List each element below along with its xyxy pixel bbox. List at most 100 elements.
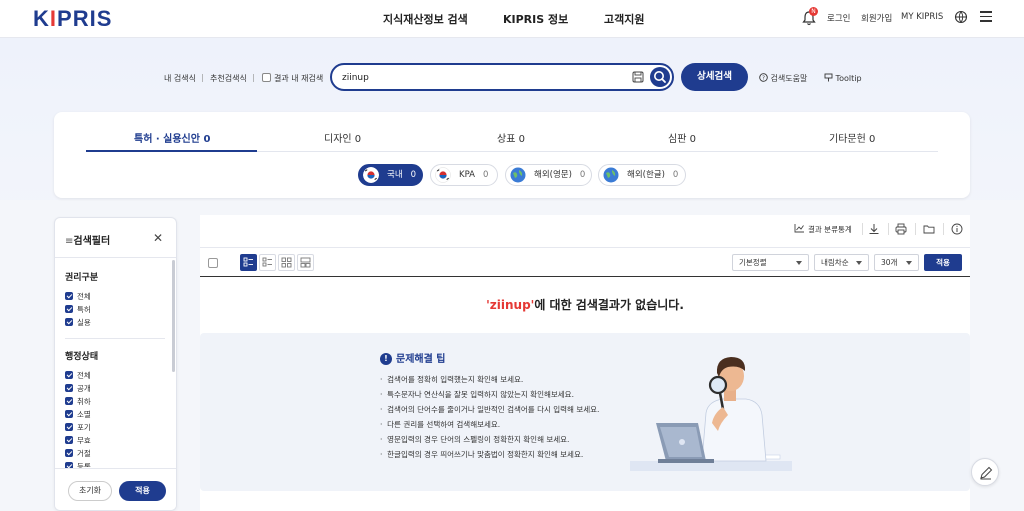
checkbox[interactable] bbox=[65, 318, 73, 326]
view-grid-button[interactable] bbox=[278, 254, 295, 271]
filter-option[interactable]: 공개 bbox=[65, 383, 91, 394]
download-icon[interactable] bbox=[868, 223, 880, 235]
no-result-message: 'ziinup'에 대한 검색결과가 없습니다. bbox=[486, 298, 684, 312]
divider bbox=[943, 223, 944, 235]
person-magnifier-illustration bbox=[630, 357, 792, 471]
reset-button[interactable]: 초기화 bbox=[68, 481, 112, 501]
filter-option[interactable]: 무효 bbox=[65, 435, 91, 446]
detail-view-icon bbox=[262, 257, 272, 267]
print-icon[interactable] bbox=[895, 223, 907, 235]
stats-button[interactable]: 결과 분류통계 bbox=[794, 223, 852, 235]
tab-trial[interactable]: 심판 0 bbox=[668, 130, 696, 145]
tab-trademark[interactable]: 상표 0 bbox=[497, 130, 525, 145]
checkbox[interactable] bbox=[65, 292, 73, 300]
folder-icon[interactable] bbox=[923, 223, 935, 235]
nav-ip-search[interactable]: 지식재산정보 검색 bbox=[383, 11, 468, 27]
divider bbox=[888, 223, 889, 235]
tab-design[interactable]: 디자인 0 bbox=[324, 130, 361, 145]
checkbox[interactable] bbox=[65, 423, 73, 431]
checkbox[interactable] bbox=[65, 397, 73, 405]
my-search-link[interactable]: 내 검색식 bbox=[164, 73, 196, 84]
login-link[interactable]: 로그인 bbox=[827, 12, 850, 24]
view-detail-button[interactable] bbox=[259, 254, 276, 271]
signup-link[interactable]: 회원가입 bbox=[861, 12, 892, 24]
kipris-logo[interactable]: KIPRIS bbox=[33, 6, 112, 32]
tip-item: · 다른 권리를 선택하여 검색해보세요. bbox=[380, 420, 501, 429]
checkbox[interactable] bbox=[65, 449, 73, 457]
search-help-link[interactable]: ? 검색도움말 bbox=[759, 73, 807, 84]
results-controls: 기본정렬 내림차순 30개 적용 bbox=[200, 247, 970, 277]
svg-text:?: ? bbox=[762, 76, 765, 82]
checkbox[interactable] bbox=[65, 384, 73, 392]
divider: | bbox=[201, 73, 204, 82]
search-keyword: 'ziinup' bbox=[486, 298, 535, 312]
filter-footer: 초기화 적용 bbox=[55, 468, 176, 510]
subtab-overseas-korean[interactable]: 해외(한글) 0 bbox=[598, 164, 686, 186]
korea-flag-icon bbox=[363, 167, 379, 183]
tip-item: · 한글입력의 경우 띄어쓰기나 맞춤법이 정확한지 확인해 보세요. bbox=[380, 450, 584, 459]
filter-option[interactable]: 소멸 bbox=[65, 409, 91, 420]
grid-view-icon bbox=[281, 257, 292, 268]
close-icon[interactable]: ✕ bbox=[153, 231, 163, 245]
divider bbox=[915, 223, 916, 235]
checkbox[interactable] bbox=[65, 371, 73, 379]
question-icon: ? bbox=[759, 73, 768, 82]
nav-customer-support[interactable]: 고객지원 bbox=[604, 11, 644, 27]
filter-option[interactable]: 전체 bbox=[65, 291, 91, 302]
filter-option[interactable]: 실용 bbox=[65, 317, 91, 328]
search-help-label: 검색도움말 bbox=[770, 74, 808, 83]
order-select[interactable]: 내림차순 bbox=[814, 254, 869, 271]
filter-title: ≡검색필터 bbox=[65, 236, 111, 247]
subtab-kpa[interactable]: KPA 0 bbox=[430, 164, 498, 186]
sort-select[interactable]: 기본정렬 bbox=[732, 254, 809, 271]
category-tabs-card: 특허 · 실용신안 0 디자인 0 상표 0 심판 0 기타문헌 0 국내 0 K… bbox=[54, 112, 970, 198]
filter-option[interactable]: 취하 bbox=[65, 396, 91, 407]
my-kipris-link[interactable]: MY KIPRIS bbox=[901, 12, 943, 22]
nav-kipris-info[interactable]: KIPRIS 정보 bbox=[503, 11, 568, 27]
globe-icon[interactable] bbox=[954, 10, 968, 24]
checkbox[interactable] bbox=[65, 436, 73, 444]
apply-button[interactable]: 적용 bbox=[924, 254, 962, 271]
advanced-search-button[interactable]: 상세검색 bbox=[681, 63, 748, 91]
top-header: KIPRIS 지식재산정보 검색 KIPRIS 정보 고객지원 N 로그인 회원… bbox=[0, 0, 1024, 38]
globe-icon bbox=[603, 167, 619, 183]
per-page-select[interactable]: 30개 bbox=[874, 254, 919, 271]
tab-patent[interactable]: 특허 · 실용신안 0 bbox=[134, 130, 210, 145]
filter-scrollbar[interactable] bbox=[172, 260, 175, 372]
filter-apply-button[interactable]: 적용 bbox=[119, 481, 166, 501]
re-search-toggle[interactable]: 결과 내 재검색 bbox=[262, 73, 323, 84]
globe-icon bbox=[510, 167, 526, 183]
filter-option[interactable]: 전체 bbox=[65, 370, 91, 381]
view-image-button[interactable] bbox=[297, 254, 314, 271]
divider: | bbox=[252, 73, 255, 82]
divider bbox=[862, 223, 863, 235]
pencil-icon bbox=[980, 466, 993, 480]
re-search-checkbox[interactable] bbox=[262, 73, 271, 82]
edit-floating-button[interactable] bbox=[971, 458, 999, 486]
subtab-overseas-english[interactable]: 해외(영문) 0 bbox=[505, 164, 592, 186]
results-area: 결과 분류통계 기본정렬 내림차순 30개 적용 'ziinup'에 대한 검색… bbox=[200, 215, 970, 511]
search-box bbox=[330, 63, 674, 91]
menu-icon[interactable] bbox=[980, 11, 992, 23]
recommend-search-link[interactable]: 추천검색식 bbox=[210, 73, 247, 84]
save-query-icon[interactable] bbox=[632, 71, 644, 83]
tip-item: · 검색어를 정확히 입력했는지 확인해 보세요. bbox=[380, 375, 524, 384]
troubleshooting-tips: ! 문제해결 팁 · 검색어를 정확히 입력했는지 확인해 보세요. · 특수문자… bbox=[200, 333, 970, 491]
filter-option[interactable]: 포기 bbox=[65, 422, 91, 433]
tip-item: · 특수문자나 연산식을 잘못 입력하지 않았는지 확인해보세요. bbox=[380, 390, 574, 399]
select-all-checkbox[interactable] bbox=[208, 258, 218, 268]
info-icon[interactable] bbox=[951, 223, 963, 235]
filter-option[interactable]: 특허 bbox=[65, 304, 91, 315]
checkbox[interactable] bbox=[65, 305, 73, 313]
tooltip-link[interactable]: Tooltip bbox=[824, 73, 862, 83]
search-button[interactable] bbox=[650, 67, 670, 87]
subtab-domestic[interactable]: 국내 0 bbox=[358, 164, 423, 186]
tab-other-docs[interactable]: 기타문헌 0 bbox=[829, 130, 875, 145]
checkbox[interactable] bbox=[65, 410, 73, 418]
filter-option[interactable]: 거절 bbox=[65, 448, 91, 459]
chevron-down-icon bbox=[856, 261, 862, 265]
view-list-button[interactable] bbox=[240, 254, 257, 271]
korea-flag-icon bbox=[435, 167, 451, 183]
chevron-down-icon bbox=[796, 261, 802, 265]
search-input[interactable] bbox=[342, 70, 622, 86]
